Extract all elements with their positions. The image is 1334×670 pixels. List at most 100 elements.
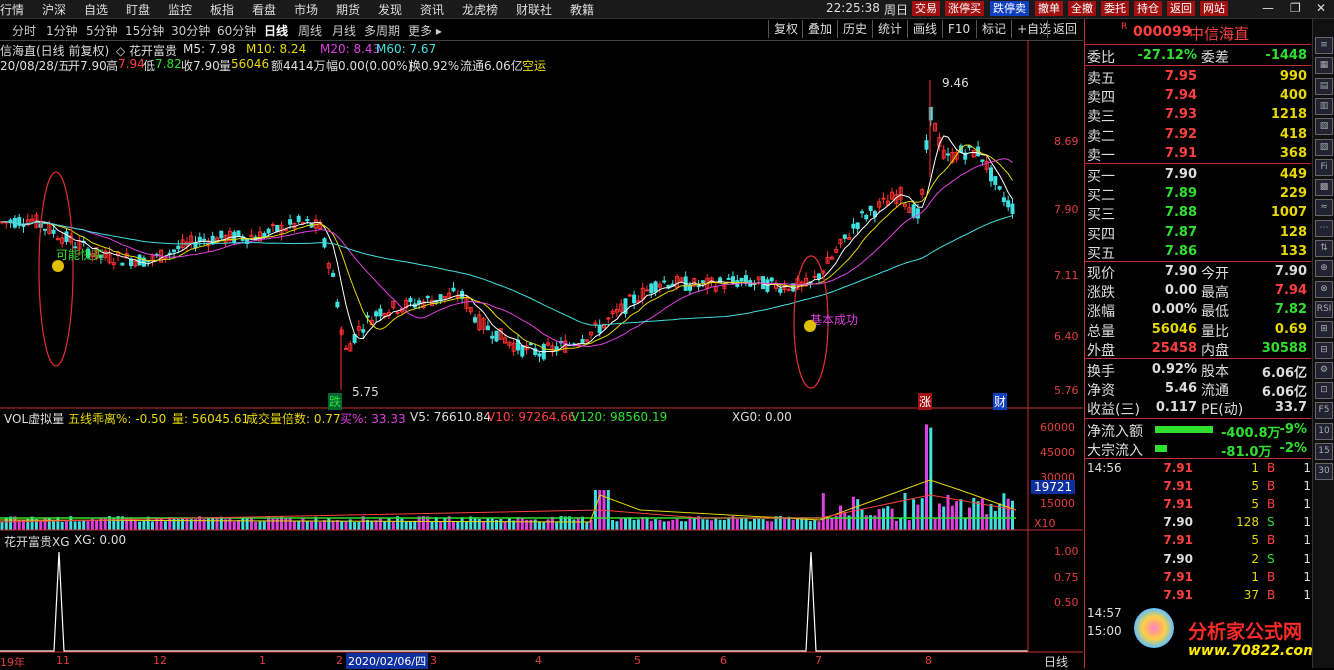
sidebar-tool-icon[interactable]: RSI: [1315, 300, 1333, 318]
sidebar-tool-icon[interactable]: ⊗: [1315, 280, 1333, 298]
ask-volume: 368: [1279, 145, 1307, 161]
ask-label: 卖一: [1087, 147, 1115, 164]
period-1min[interactable]: 1分钟: [46, 22, 78, 39]
period-weekly[interactable]: 周线: [298, 22, 322, 39]
draw-button[interactable]: 画线: [907, 20, 942, 38]
sidebar-tool-icon[interactable]: ▩: [1315, 179, 1333, 197]
stats-button[interactable]: 统计: [872, 20, 907, 38]
overlay-button[interactable]: 叠加: [802, 20, 837, 38]
period-more[interactable]: 更多 ▸: [408, 22, 442, 39]
cancel-all-button[interactable]: 全撤: [1068, 1, 1096, 16]
r-icon: R: [1121, 22, 1128, 32]
sidebar-tool-icon[interactable]: ▥: [1315, 97, 1333, 115]
limit-down-sell-button[interactable]: 跌停卖: [990, 1, 1029, 16]
sidebar-tool-icon[interactable]: 30: [1315, 463, 1333, 481]
sidebar-tool-icon[interactable]: ▤: [1315, 77, 1333, 95]
period-multi[interactable]: 多周期: [364, 22, 400, 39]
menu-banzhi[interactable]: 板指: [210, 1, 234, 18]
stat2-label: 股本: [1201, 364, 1229, 380]
sidebar-tool-icon[interactable]: ⊕: [1315, 260, 1333, 278]
sidebar-tool-icon[interactable]: ▦: [1315, 57, 1333, 75]
candle: [266, 228, 271, 234]
position-button[interactable]: 持仓: [1134, 1, 1162, 16]
menu-hushen[interactable]: 沪深: [42, 1, 66, 18]
sidebar-tool-icon[interactable]: 10: [1315, 422, 1333, 440]
die-marker: 跌: [328, 393, 343, 410]
sidebar-tool-icon[interactable]: F5: [1315, 402, 1333, 420]
menu-zixun[interactable]: 资讯: [420, 1, 444, 18]
website-button[interactable]: 网站: [1200, 1, 1228, 16]
sidebar-tool-icon[interactable]: ≡: [1315, 37, 1333, 54]
sidebar-tool-icon[interactable]: Fi: [1315, 158, 1333, 176]
menu-cailianshe[interactable]: 财联社: [516, 1, 552, 18]
menu-zixuan[interactable]: 自选: [84, 1, 108, 18]
stat-value: 0.69: [1274, 321, 1307, 337]
period-daily[interactable]: 日线: [264, 22, 288, 39]
candle: [786, 288, 791, 291]
vol-axis-label: 45000: [1040, 446, 1075, 459]
mark-button[interactable]: 标记: [976, 20, 1011, 38]
sidebar-tool-icon[interactable]: ⊞: [1315, 321, 1333, 339]
f10-button[interactable]: F10: [942, 20, 975, 38]
menu-faxian[interactable]: 发现: [378, 1, 402, 18]
menu-qihuo[interactable]: 期货: [336, 1, 360, 18]
volume-bar: [611, 520, 615, 530]
sidebar-tool-icon[interactable]: ⊡: [1315, 382, 1333, 400]
volume-bar: [671, 519, 675, 530]
menu-hangqing[interactable]: 行情: [0, 1, 24, 18]
volume-bar: [292, 520, 296, 530]
stat-label: 最高: [1201, 285, 1229, 302]
stat2-value: 33.7: [1274, 400, 1307, 416]
volume-bar: [963, 517, 967, 530]
candle: [688, 285, 692, 291]
menu-jiaoji[interactable]: 教籍: [570, 1, 594, 18]
period-60min[interactable]: 60分钟: [217, 22, 256, 39]
tick-row: 7.91 5 B 1: [1085, 479, 1311, 498]
limit-up-buy-button[interactable]: 涨停买: [945, 1, 984, 16]
restore-icon[interactable]: ❐: [1290, 1, 1301, 15]
sidebar-tool-icon[interactable]: 15: [1315, 443, 1333, 460]
sidebar-tool-icon[interactable]: ▧: [1315, 118, 1333, 136]
menu-jiankong[interactable]: 监控: [168, 1, 192, 18]
minimize-icon[interactable]: —: [1262, 1, 1274, 15]
period-monthly[interactable]: 月线: [332, 22, 356, 39]
vol-title: VOL虚拟量: [4, 412, 65, 426]
sidebar-tool-icon[interactable]: ⇅: [1315, 240, 1333, 257]
back-button[interactable]: 返回: [1047, 20, 1082, 38]
sidebar-tool-icon[interactable]: ▨: [1315, 138, 1333, 156]
return-button[interactable]: 返回: [1167, 1, 1195, 16]
menu-shichang[interactable]: 市场: [294, 1, 318, 18]
history-button[interactable]: 历史: [837, 20, 872, 38]
period-15min[interactable]: 15分钟: [125, 22, 164, 39]
money-bag-icon: [52, 260, 64, 272]
sidebar-tool-icon[interactable]: ⚙: [1315, 361, 1333, 379]
close-icon[interactable]: ✕: [1316, 1, 1326, 15]
volume-bar: [142, 520, 146, 530]
sidebar-tool-icon[interactable]: ⋯: [1315, 219, 1333, 237]
period-fenshi[interactable]: 分时: [12, 22, 36, 39]
price-axis-label: 5.76: [1054, 384, 1079, 397]
candle: [851, 223, 856, 229]
entrust-button[interactable]: 委托: [1101, 1, 1129, 16]
period-5min[interactable]: 5分钟: [86, 22, 118, 39]
trade-button[interactable]: 交易: [912, 1, 940, 16]
sidebar-tool-icon[interactable]: ≈: [1315, 199, 1333, 217]
volume-bar: [899, 517, 903, 530]
fuquan-button[interactable]: 复权: [768, 20, 803, 38]
sidebar-tool-icon[interactable]: ⊟: [1315, 341, 1333, 359]
volume-bar: [275, 518, 279, 530]
period-30min[interactable]: 30分钟: [171, 22, 210, 39]
menu-longhubang[interactable]: 龙虎榜: [462, 1, 498, 18]
menu-kanpan[interactable]: 看盘: [252, 1, 276, 18]
volume-bar: [907, 520, 911, 530]
volume-bar: [572, 519, 576, 530]
cancel-order-button[interactable]: 撤单: [1035, 1, 1063, 16]
volume-bar: [460, 517, 464, 530]
volume-bar: [761, 519, 765, 530]
chart-canvas[interactable]: [0, 40, 1083, 668]
stat2-label: 流通: [1201, 383, 1229, 400]
menu-dingpan[interactable]: 盯盘: [126, 1, 150, 18]
ask-row: 卖五 7.95 990: [1085, 67, 1311, 87]
candle: [632, 294, 637, 304]
volume-bar: [980, 498, 984, 530]
